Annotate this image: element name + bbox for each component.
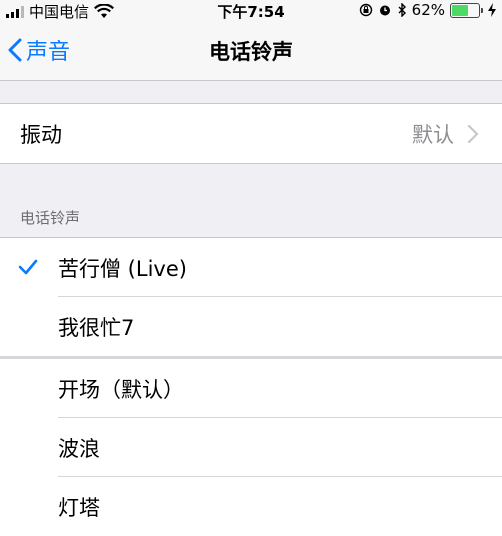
ringtone-row[interactable]: 灯塔 [0,477,502,536]
ringtone-label: 我很忙7 [58,315,135,340]
battery-icon [450,2,483,18]
status-bar: 中国电信 下午7:54 62% [0,0,502,22]
vibration-label: 振动 [20,122,62,147]
ringtone-label: 波浪 [58,436,100,461]
alarm-icon [379,5,390,16]
ringtone-label: 灯塔 [58,495,100,520]
ringtone-row[interactable]: 开场（默认） [0,359,502,418]
battery-percent: 62% [411,1,445,19]
ringtone-row[interactable]: 我很忙7 [0,297,502,359]
ringtone-row[interactable]: 苦行僧 (Live) [0,238,502,297]
checkmark-icon [18,259,38,275]
vibration-group: 振动 默认 [0,103,502,164]
rotation-lock-icon [359,3,372,17]
navigation-bar: 声音 电话铃声 [0,22,502,81]
status-right: 62% [359,1,496,19]
page-title: 电话铃声 [209,40,293,64]
charging-icon [488,3,496,17]
section-header: 电话铃声 [20,209,81,227]
ringtone-list: 苦行僧 (Live) 我很忙7 开场（默认） 波浪 灯塔 [0,237,502,536]
bluetooth-icon [398,3,406,17]
chevron-right-icon [467,124,479,144]
vibration-row[interactable]: 振动 默认 [0,104,502,163]
ringtone-label: 苦行僧 (Live) [58,256,187,281]
vibration-value: 默认 [412,122,454,147]
ringtone-row[interactable]: 波浪 [0,418,502,477]
ringtone-label: 开场（默认） [58,377,184,402]
